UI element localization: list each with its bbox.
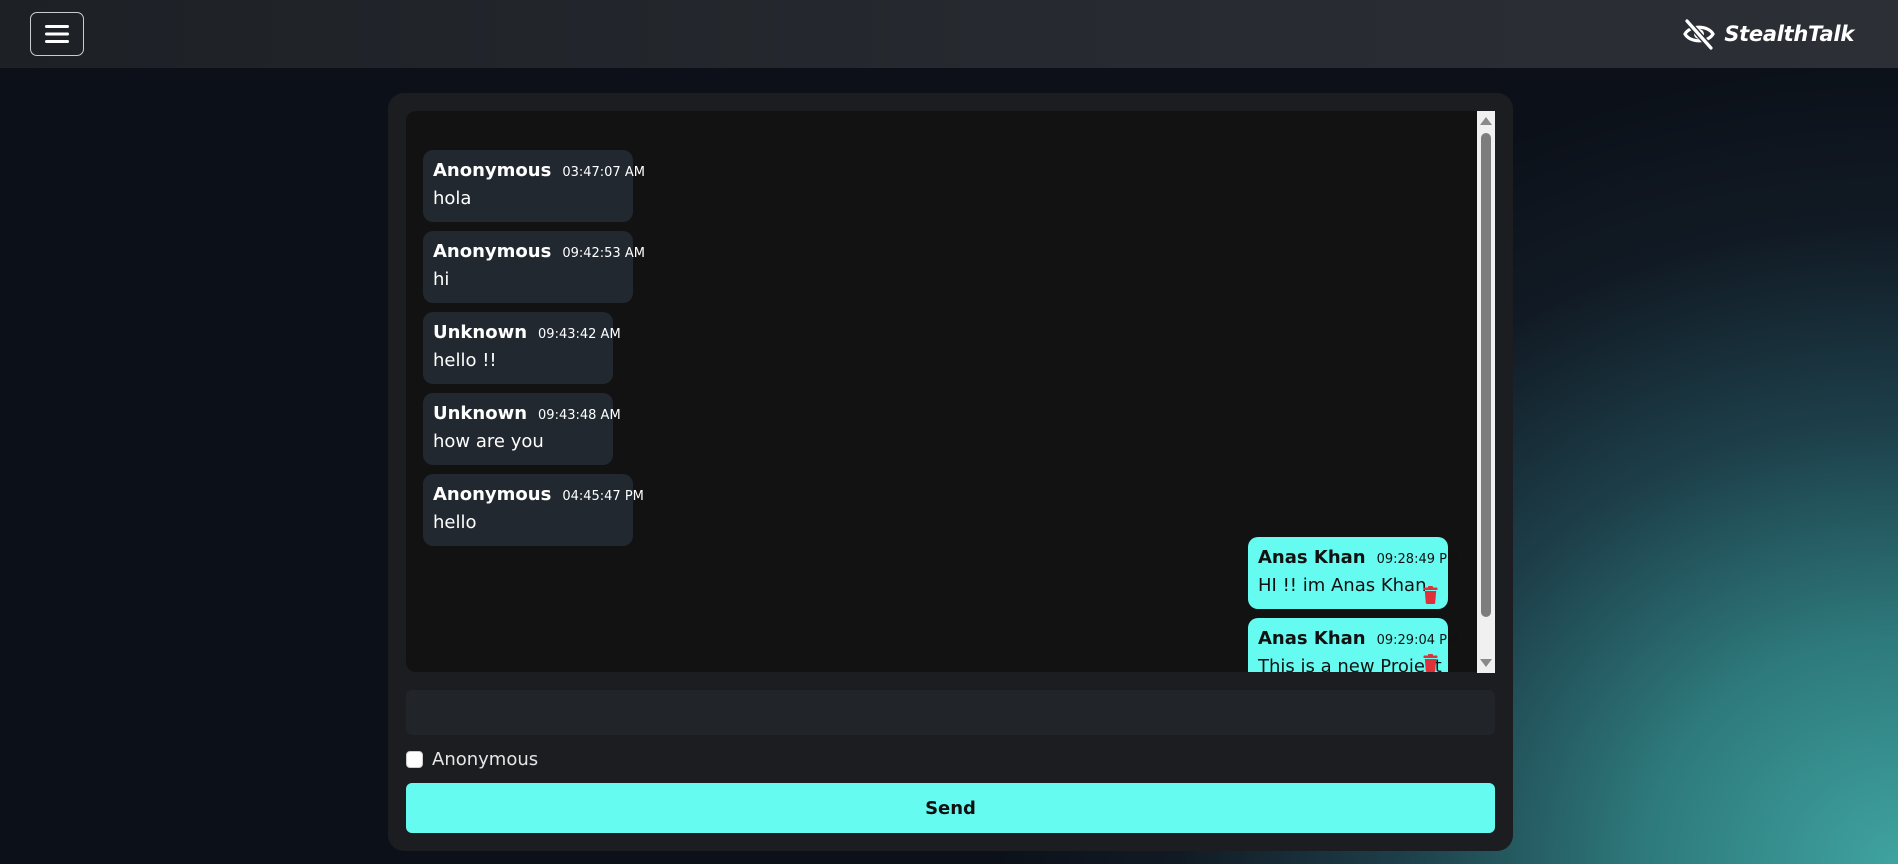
message-text: hola <box>433 188 472 209</box>
message-time: 09:43:42 AM <box>538 327 621 342</box>
message-time: 04:45:47 PM <box>562 489 644 504</box>
eye-slash-icon <box>1683 18 1716 51</box>
anonymous-checkbox[interactable] <box>406 751 423 768</box>
message-time: 09:42:53 AM <box>562 246 645 261</box>
brand-name: StealthTalk <box>1724 22 1854 46</box>
brand-logo[interactable]: StealthTalk <box>1682 14 1854 54</box>
message-bubble: Unknown 09:43:48 AM how are you <box>423 393 621 465</box>
message-text: hello !! <box>433 350 497 371</box>
message-author: Anonymous <box>433 484 552 505</box>
own-message-bubble: Anas Khan 09:29:04 PM This is a new Proj… <box>1248 618 1463 672</box>
message-time: 03:47:07 AM <box>562 165 645 180</box>
message-text: hi <box>433 269 450 290</box>
message-author: Unknown <box>433 322 528 343</box>
message-bubble: Anonymous 04:45:47 PM hello <box>423 474 644 546</box>
navbar: StealthTalk <box>0 0 1898 68</box>
chat-scrollbar[interactable] <box>1477 111 1495 673</box>
anonymous-toggle[interactable]: Anonymous <box>406 749 538 770</box>
scroll-up-arrow-icon[interactable] <box>1480 117 1492 125</box>
message-text: This is a new Project !! <box>1258 656 1463 672</box>
message-input[interactable] <box>406 690 1495 735</box>
own-message-bubble: Anas Khan 09:28:49 PM HI !! im Anas Khan <box>1248 537 1458 609</box>
chat-messages[interactable]: Anonymous 03:47:07 AM hola Anonymous 09:… <box>406 111 1483 672</box>
menu-button[interactable] <box>30 12 84 56</box>
message-author: Anonymous <box>433 160 552 181</box>
scrollbar-thumb[interactable] <box>1481 133 1491 617</box>
message-author: Anas Khan <box>1258 547 1366 568</box>
scroll-down-arrow-icon[interactable] <box>1480 659 1492 667</box>
message-text: HI !! im Anas Khan <box>1258 575 1427 596</box>
message-bubble: Anonymous 09:42:53 AM hi <box>423 231 645 303</box>
chat-card: Anonymous 03:47:07 AM hola Anonymous 09:… <box>388 93 1513 851</box>
message-text: how are you <box>433 431 544 452</box>
anonymous-label: Anonymous <box>432 749 539 770</box>
message-bubble: Anonymous 03:47:07 AM hola <box>423 150 645 222</box>
trash-icon[interactable] <box>1423 654 1438 672</box>
message-author: Anas Khan <box>1258 628 1366 649</box>
message-author: Anonymous <box>433 241 552 262</box>
message-text: hello <box>433 512 477 533</box>
message-bubble: Unknown 09:43:42 AM hello !! <box>423 312 621 384</box>
message-time: 09:29:04 PM <box>1376 633 1459 648</box>
message-time: 09:43:48 AM <box>538 408 621 423</box>
send-button[interactable]: Send <box>406 783 1495 833</box>
trash-icon[interactable] <box>1423 586 1438 604</box>
hamburger-icon <box>45 25 69 43</box>
message-time: 09:28:49 PM <box>1376 552 1459 567</box>
message-author: Unknown <box>433 403 528 424</box>
